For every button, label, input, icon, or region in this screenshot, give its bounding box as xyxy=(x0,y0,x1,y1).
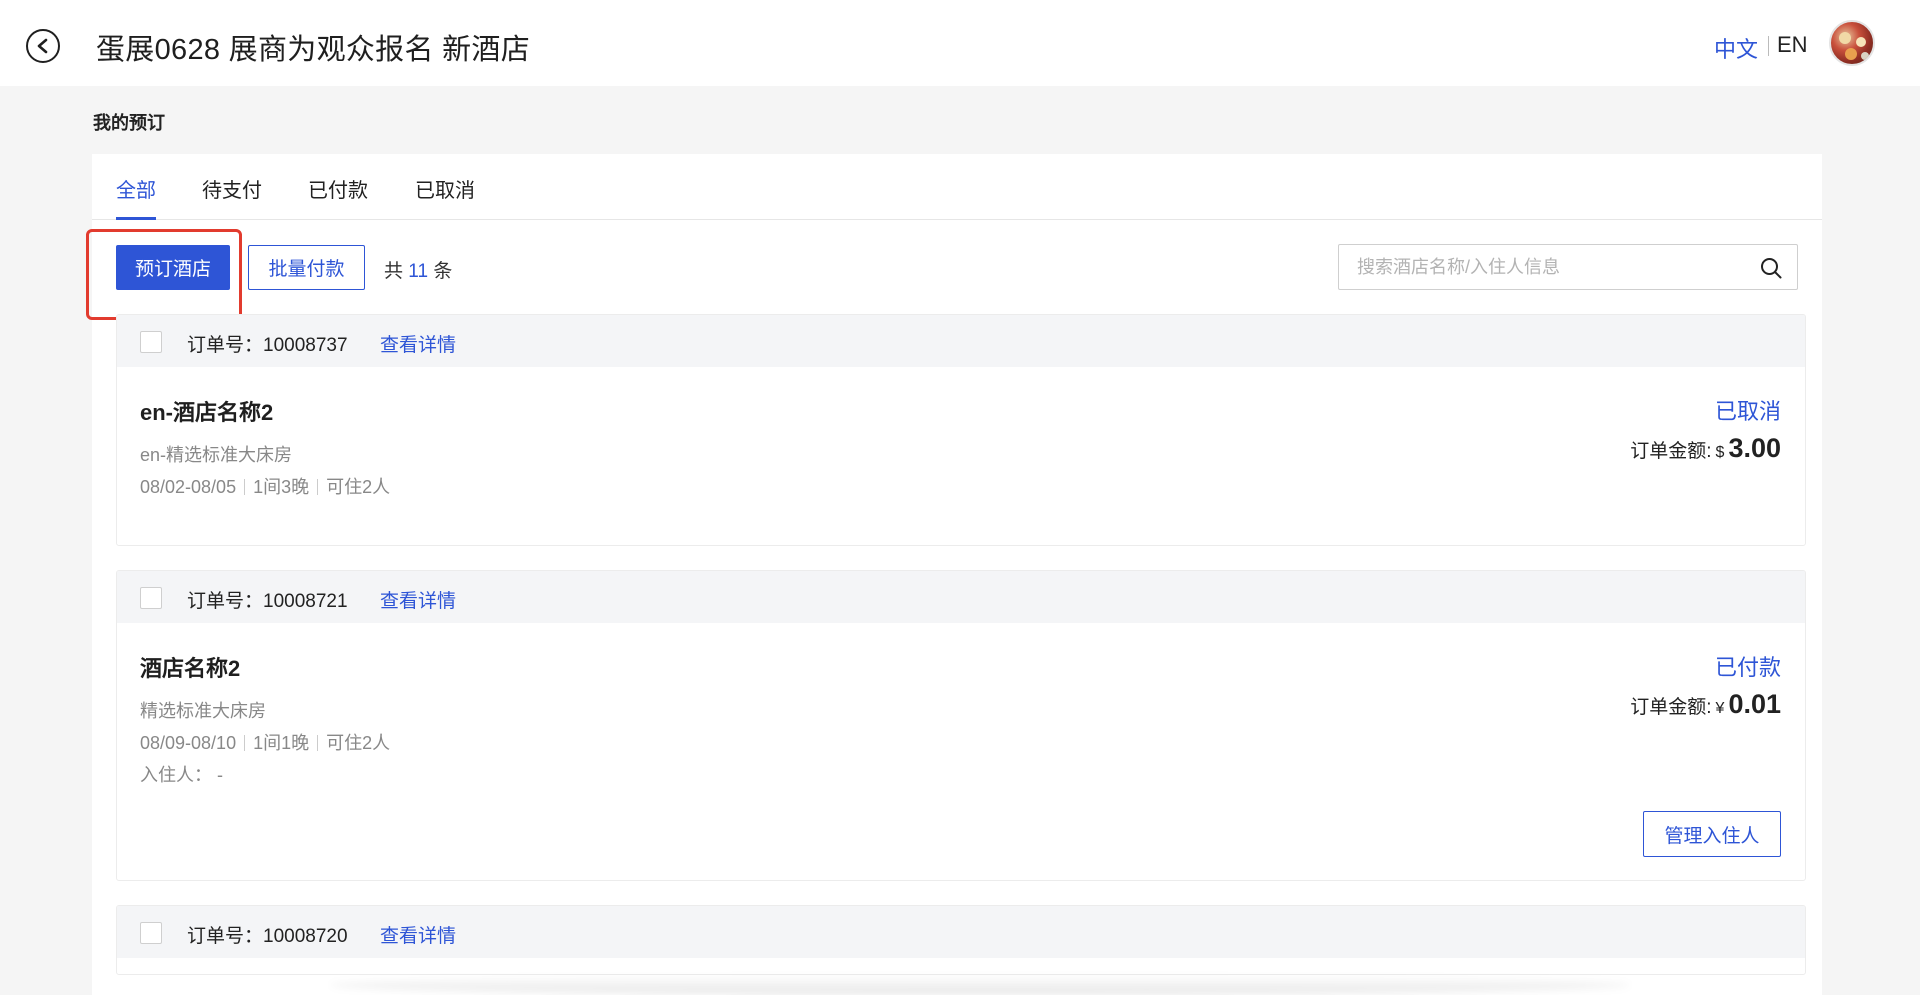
tab-cancelled[interactable]: 已取消 xyxy=(415,174,475,203)
room-type: en-精选标准大床房 xyxy=(140,445,293,465)
status-tabs: 全部 待支付 已付款 已取消 xyxy=(92,154,1822,220)
bottom-scroll-shadow xyxy=(330,975,1630,995)
order-number: 订单号：10008720 xyxy=(187,926,348,947)
manage-guests-button[interactable]: 管理入住人 xyxy=(1643,811,1781,857)
lang-en-button[interactable]: EN xyxy=(1777,32,1808,58)
order-card: 订单号：10008720 查看详情 xyxy=(116,905,1806,975)
page-title: 蛋展0628 展商为观众报名 新酒店 xyxy=(96,34,531,66)
stay-info: 08/09-08/10 1间1晚 可住2人 xyxy=(140,729,390,755)
tab-pending-payment[interactable]: 待支付 xyxy=(202,174,262,203)
total-prefix: 共 xyxy=(384,261,404,282)
room-type: 精选标准大床房 xyxy=(140,701,266,721)
top-header: 蛋展0628 展商为观众报名 新酒店 中文 EN xyxy=(0,0,1920,86)
search-input[interactable] xyxy=(1339,245,1749,289)
order-checkbox[interactable] xyxy=(140,922,162,944)
meta-divider xyxy=(244,479,246,495)
meta-divider xyxy=(317,479,319,495)
active-tab-indicator xyxy=(116,217,156,220)
stay-dates: 08/02-08/05 xyxy=(140,477,237,497)
order-status: 已取消 xyxy=(1714,399,1781,424)
rooms-nights: 1间3晚 xyxy=(253,477,310,497)
guest-info: 入住人： - xyxy=(140,765,223,785)
back-button[interactable] xyxy=(26,29,60,63)
order-header: 订单号：10008737 查看详情 xyxy=(117,315,1805,367)
order-amount: 订单金额: ¥0.01 xyxy=(1630,689,1781,720)
capacity: 可住2人 xyxy=(326,477,391,497)
capacity: 可住2人 xyxy=(326,733,391,753)
tab-all[interactable]: 全部 xyxy=(116,174,156,203)
currency-symbol: $ xyxy=(1715,444,1725,461)
order-amount: 订单金额: $3.00 xyxy=(1630,433,1781,464)
batch-pay-button[interactable]: 批量付款 xyxy=(248,245,365,290)
amount-value: 0.01 xyxy=(1728,689,1781,719)
order-checkbox[interactable] xyxy=(140,587,162,609)
book-hotel-button[interactable]: 预订酒店 xyxy=(116,245,230,290)
chevron-left-icon xyxy=(37,38,48,54)
lang-divider xyxy=(1768,36,1769,56)
view-details-link[interactable]: 查看详情 xyxy=(380,330,456,357)
lang-zh-button[interactable]: 中文 xyxy=(1714,32,1758,64)
search-icon[interactable] xyxy=(1759,256,1783,280)
order-header: 订单号：10008720 查看详情 xyxy=(117,906,1805,958)
meta-divider xyxy=(317,735,319,751)
total-number: 11 xyxy=(408,261,429,282)
order-checkbox[interactable] xyxy=(140,331,162,353)
hotel-name: en-酒店名称2 xyxy=(140,400,274,425)
order-number: 订单号：10008737 xyxy=(187,335,348,356)
amount-label: 订单金额: xyxy=(1630,441,1712,462)
order-number: 订单号：10008721 xyxy=(187,591,348,612)
order-status: 已付款 xyxy=(1714,655,1781,680)
amount-value: 3.00 xyxy=(1728,433,1781,463)
hotel-name: 酒店名称2 xyxy=(140,656,241,681)
currency-symbol: ¥ xyxy=(1715,700,1725,717)
order-card: 订单号：10008721 查看详情 酒店名称2 精选标准大床房 08/09-08… xyxy=(116,570,1806,881)
amount-label: 订单金额: xyxy=(1630,697,1712,718)
order-card: 订单号：10008737 查看详情 en-酒店名称2 en-精选标准大床房 08… xyxy=(116,314,1806,546)
total-count: 共 11 条 xyxy=(384,256,452,283)
tab-paid[interactable]: 已付款 xyxy=(308,174,368,203)
user-avatar[interactable] xyxy=(1829,20,1875,66)
stay-info: 08/02-08/05 1间3晚 可住2人 xyxy=(140,473,390,499)
view-details-link[interactable]: 查看详情 xyxy=(380,921,456,948)
search-box xyxy=(1338,244,1798,290)
stay-dates: 08/09-08/10 xyxy=(140,733,237,753)
view-details-link[interactable]: 查看详情 xyxy=(380,586,456,613)
section-title: 我的预订 xyxy=(93,113,165,133)
total-suffix: 条 xyxy=(433,261,453,282)
meta-divider xyxy=(244,735,246,751)
rooms-nights: 1间1晚 xyxy=(253,733,310,753)
order-header: 订单号：10008721 查看详情 xyxy=(117,571,1805,623)
